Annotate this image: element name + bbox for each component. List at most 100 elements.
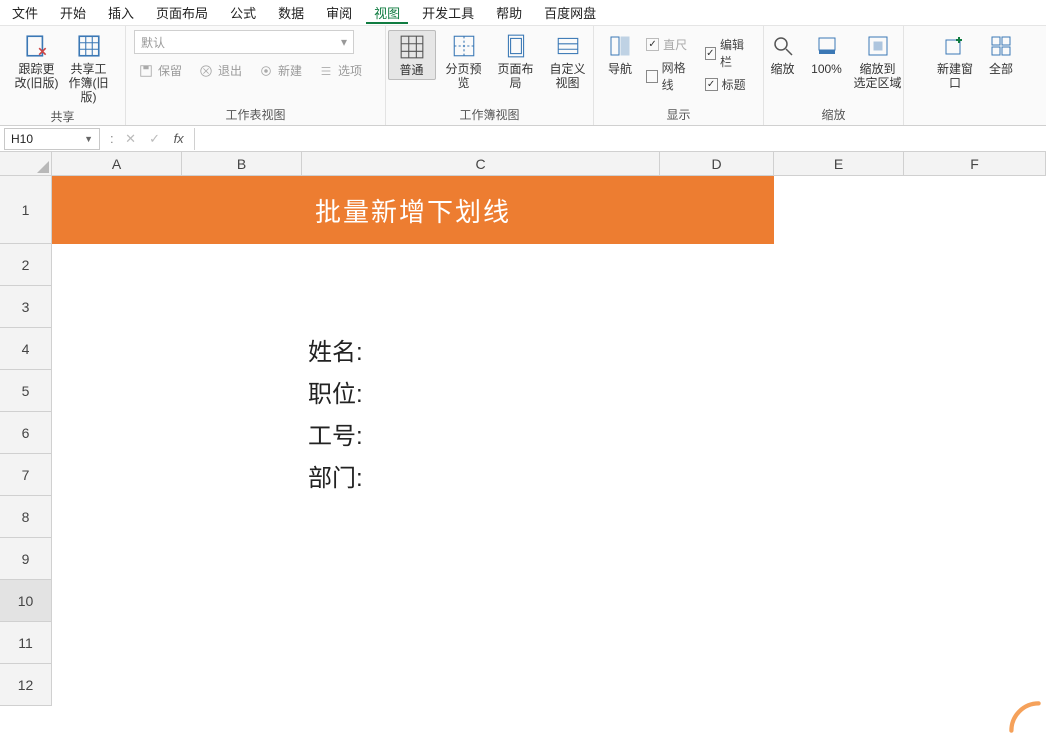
row-header-11[interactable]: 11 [0,622,52,664]
row-header-4[interactable]: 4 [0,328,52,370]
normal-view-button[interactable]: 普通 [388,30,436,80]
page-break-button[interactable]: 分页预览 [440,30,488,92]
ribbon-group-sheetview: 默认 ▾ 保留 退出 新建 选项 [126,26,386,125]
col-header-a[interactable]: A [52,152,182,176]
headings-checkbox[interactable]: ✓ 标题 [701,74,755,95]
zoom-icon [769,32,797,60]
row-header-8[interactable]: 8 [0,496,52,538]
chevron-down-icon: ▼ [84,134,93,144]
shared-workbook-label: 共享工作簿(旧版) [67,62,111,104]
row-header-5[interactable]: 5 [0,370,52,412]
row-header-2[interactable]: 2 [0,244,52,286]
col-header-b[interactable]: B [182,152,302,176]
page-layout-label: 页面布局 [494,62,538,90]
options-button: 选项 [314,60,366,81]
zoom-selection-icon [864,32,892,60]
page-break-label: 分页预览 [442,62,486,90]
menu-item-layout[interactable]: 页面布局 [148,1,216,24]
new-label: 新建 [278,62,302,79]
row-11: 11 [0,622,1046,664]
row-header-7[interactable]: 7 [0,454,52,496]
headings-label: 标题 [722,76,746,93]
gridlines-checkbox[interactable]: 网格线 [642,57,696,95]
select-all-corner[interactable] [0,152,52,176]
cell-c5[interactable]: 职位: [302,370,660,412]
zoom-100-button[interactable]: 100% [806,30,848,78]
menu-item-baidu[interactable]: 百度网盘 [536,1,604,24]
group-label-sheetview: 工作表视图 [225,104,285,123]
menu-item-dev[interactable]: 开发工具 [414,1,482,24]
menu-item-help[interactable]: 帮助 [488,1,530,24]
zoom-100-icon [813,32,841,60]
ribbon: 跟踪更改(旧版) 共享工作簿(旧版) 共享 默认 ▾ 保留 [0,26,1046,126]
row-8: 8 [0,496,1046,538]
sheetview-dropdown-value: 默认 [141,34,165,51]
row-header-9[interactable]: 9 [0,538,52,580]
row-9: 9 [0,538,1046,580]
keep-label: 保留 [158,62,182,79]
navigation-label: 导航 [608,62,632,76]
shared-workbook-button[interactable]: 共享工作簿(旧版) [65,30,113,106]
row-header-12[interactable]: 12 [0,664,52,706]
checkbox-icon: ✓ [705,78,718,91]
zoom-button[interactable]: 缩放 [764,30,802,78]
keep-button: 保留 [134,60,186,81]
row-header-10[interactable]: 10 [0,580,52,622]
row-10: 10 [0,580,1046,622]
zoom-selection-label: 缩放到选定区域 [854,62,902,90]
menu-item-formula[interactable]: 公式 [222,1,264,24]
navigation-button[interactable]: 导航 [602,30,638,78]
group-label-show: 显示 [666,104,690,123]
zoom-selection-button[interactable]: 缩放到选定区域 [852,30,904,92]
cell-c7[interactable]: 部门: [302,454,660,496]
page-break-icon [450,32,478,60]
normal-view-icon [398,33,426,61]
fx-icon[interactable]: fx [170,131,188,146]
cell-c4[interactable]: 姓名: [302,328,660,370]
arrange-all-button[interactable]: 全部 [983,30,1019,78]
menu-bar: 文件 开始 插入 页面布局 公式 数据 审阅 视图 开发工具 帮助 百度网盘 [0,0,1046,26]
row-12: 12 [0,664,1046,706]
checkbox-icon: ✓ [705,47,716,60]
track-changes-button[interactable]: 跟踪更改(旧版) [13,30,61,92]
cell-c6[interactable]: 工号: [302,412,660,454]
group-label-wbview: 工作簿视图 [459,104,519,123]
name-box[interactable]: H10 ▼ [4,128,100,150]
row-header-6[interactable]: 6 [0,412,52,454]
page-layout-button[interactable]: 页面布局 [492,30,540,92]
ruler-checkbox: ✓ 直尺 [642,34,696,55]
track-changes-icon [23,32,51,60]
gridlines-label: 网格线 [662,59,693,93]
custom-view-button[interactable]: 自定义视图 [544,30,592,92]
enter-icon[interactable]: ✓ [146,131,164,147]
col-header-d[interactable]: D [660,152,774,176]
sheetview-dropdown[interactable]: 默认 ▾ [134,30,354,54]
ribbon-group-wbview: 普通 分页预览 页面布局 自定义视图 工作簿视图 [386,26,594,125]
menu-item-data[interactable]: 数据 [270,1,312,24]
row-header-3[interactable]: 3 [0,286,52,328]
menu-item-home[interactable]: 开始 [52,1,94,24]
menu-item-review[interactable]: 审阅 [318,1,360,24]
page-layout-icon [502,32,530,60]
col-header-f[interactable]: F [904,152,1046,176]
formula-input[interactable] [194,128,1046,150]
exit-label: 退出 [218,62,242,79]
chevron-down-icon: ▾ [341,35,347,49]
row-header-1[interactable]: 1 [0,176,52,244]
spreadsheet-grid[interactable]: A B C D E F 1 批量新增下划线 2 3 4 姓名: 5 职位: 6 … [0,152,1046,706]
formula-bar-checkbox[interactable]: ✓ 编辑栏 [701,34,755,72]
track-changes-label: 跟踪更改(旧版) [15,62,59,90]
cancel-icon[interactable]: ✕ [122,131,140,147]
menu-item-insert[interactable]: 插入 [100,1,142,24]
group-label-zoom: 缩放 [821,104,845,123]
menu-item-view[interactable]: 视图 [366,1,408,24]
menu-item-file[interactable]: 文件 [4,1,46,24]
ruler-label: 直尺 [663,36,687,53]
row-7: 7 部门: [0,454,1046,496]
col-header-c[interactable]: C [302,152,660,176]
col-header-e[interactable]: E [774,152,904,176]
new-window-button[interactable]: 新建窗口 [931,30,979,92]
row-6: 6 工号: [0,412,1046,454]
banner-cell[interactable]: 批量新增下划线 [52,176,774,244]
shared-workbook-icon [75,32,103,60]
